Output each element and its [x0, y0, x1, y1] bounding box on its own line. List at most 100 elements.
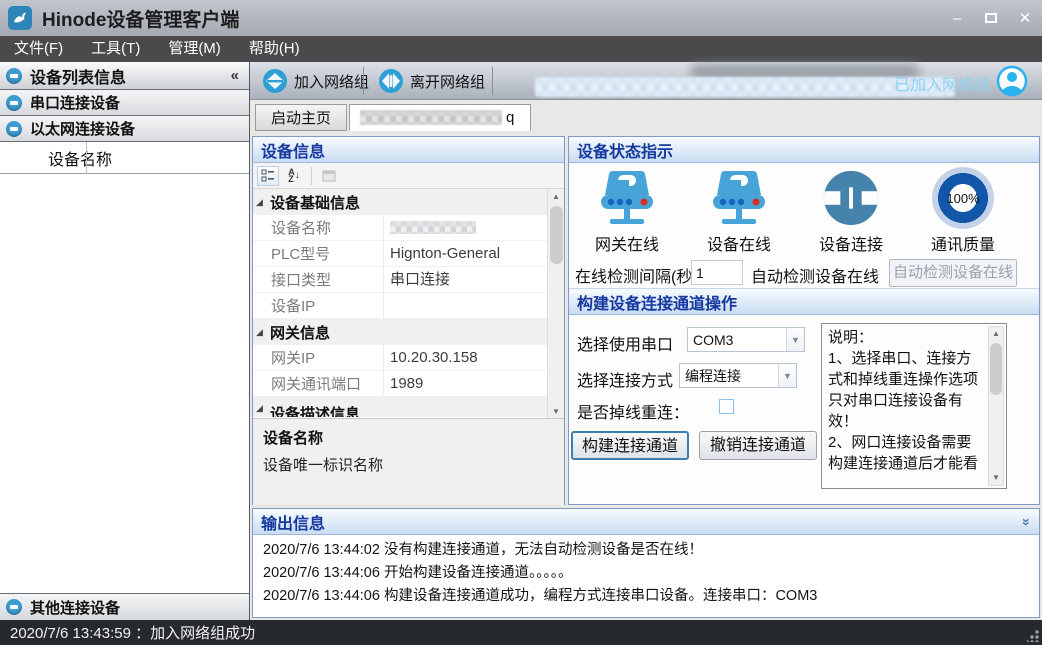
leave-network-icon	[378, 68, 404, 94]
comm-quality-value: 100%	[946, 191, 979, 206]
auto-detect-button[interactable]: 自动检测设备在线	[889, 259, 1017, 287]
chevron-down-icon[interactable]: ▼	[786, 328, 804, 351]
scrollbar-thumb[interactable]	[550, 206, 563, 264]
join-network-icon	[262, 68, 288, 94]
property-row[interactable]: 网关IP 10.20.30.158	[253, 345, 564, 371]
device-status-header: 设备状态指示	[569, 137, 1039, 163]
sidebar-item-serial-devices[interactable]: 串口连接设备	[0, 90, 249, 116]
status-message: 2020/7/6 13:43:59 ：加入网络组成功	[10, 622, 255, 643]
device-list-icon	[6, 68, 22, 84]
tab-device[interactable]: q	[349, 104, 531, 131]
property-description-area: 设备名称 设备唯一标识名称	[253, 419, 564, 505]
property-row[interactable]: 设备名称	[253, 215, 564, 241]
sidebar-header[interactable]: 设备列表信息 «	[0, 62, 249, 90]
scrollbar-thumb[interactable]	[990, 343, 1002, 395]
toolbar-separator	[492, 67, 493, 95]
comm-quality-donut: 100%	[932, 167, 994, 229]
network-toolbar: 加入网络组 离开网络组 已加入网络组	[250, 62, 1042, 100]
categorize-icon[interactable]	[257, 166, 279, 186]
indicator-comm-quality: 100% 通讯质量	[907, 167, 1019, 255]
toolbar-separator	[363, 67, 364, 95]
instructions-box: 说明： 1、选择串口、连接方式和掉线重连操作选项只对串口连接设备有效！ 2、网口…	[821, 323, 1007, 489]
serial-port-select[interactable]: COM3 ▼	[687, 327, 805, 352]
device-online-icon	[707, 167, 771, 229]
scroll-up-icon[interactable]: ▲	[992, 327, 1000, 341]
build-channel-button[interactable]: 构建连接通道	[571, 431, 689, 460]
output-log-area[interactable]: 2020/7/6 13:44:02 没有构建连接通道，无法自动检测设备是否在线！…	[253, 535, 1039, 612]
scroll-down-icon[interactable]: ▼	[992, 471, 1000, 485]
note-line: 2、网口连接设备需要构建连接通道后才能看	[828, 432, 986, 474]
user-avatar-icon[interactable]	[996, 65, 1028, 97]
sort-az-icon[interactable]: AZ↓	[283, 166, 305, 186]
reconnect-label: 是否掉线重连：	[577, 399, 689, 423]
resize-grip[interactable]	[1027, 630, 1039, 642]
connect-mode-label: 选择连接方式	[577, 367, 673, 391]
interval-input[interactable]	[691, 260, 743, 285]
log-line: 2020/7/6 13:44:06 构建设备连接通道成功，编程方式连接串口设备。…	[263, 585, 1029, 608]
serial-port-label: 选择使用串口	[577, 331, 673, 355]
scroll-down-icon[interactable]: ▼	[552, 404, 560, 419]
minimize-button[interactable]: –	[940, 4, 974, 32]
indicator-device-online: 设备在线	[683, 167, 795, 255]
menu-tools[interactable]: 工具(T)	[77, 36, 154, 62]
log-line: 2020/7/6 13:44:06 开始构建设备连接通道。。。。。	[263, 562, 1029, 585]
device-name-column-header[interactable]: 设备名称	[48, 146, 112, 170]
sidebar-item-ethernet-devices[interactable]: 以太网连接设备	[0, 116, 249, 142]
note-line: 1、选择串口、连接方式和掉线重连操作选项只对串口连接设备有效！	[828, 348, 986, 432]
close-button[interactable]: ✕	[1008, 4, 1042, 32]
device-connect-icon	[820, 167, 882, 229]
ethernet-device-icon	[6, 121, 22, 137]
category-basic-info[interactable]: ◢ 设备基础信息	[253, 189, 564, 215]
status-indicators: 网关在线 设备在线	[569, 163, 1039, 257]
window-title: Hinode设备管理客户端	[42, 5, 239, 32]
serial-device-icon	[6, 95, 22, 111]
device-list-area[interactable]	[0, 174, 249, 593]
scroll-up-icon[interactable]: ▲	[552, 189, 560, 204]
property-row[interactable]: PLC型号 Hignton-General	[253, 241, 564, 267]
censored-user-info	[535, 77, 955, 97]
tab-home[interactable]: 启动主页	[255, 104, 347, 131]
title-bar: Hinode设备管理客户端 – ✕	[0, 0, 1042, 36]
property-description-text: 设备唯一标识名称	[263, 454, 554, 475]
property-grid-scrollbar[interactable]: ▲ ▼	[547, 189, 564, 419]
maximize-icon	[985, 13, 997, 23]
expander-icon: ◢	[256, 197, 270, 208]
device-info-panel: 设备信息 AZ↓ ◢ 设备基础信息	[252, 136, 565, 505]
reconnect-checkbox[interactable]	[719, 399, 734, 414]
property-row[interactable]: 接口类型 串口连接	[253, 267, 564, 293]
censored-tab-title	[360, 110, 502, 125]
property-grid-toolbar: AZ↓	[253, 163, 564, 189]
sidebar-item-other-devices[interactable]: 其他连接设备	[0, 593, 249, 620]
online-detect-row: 在线检测间隔(秒 自动检测设备在线 自动检测设备在线	[569, 257, 1039, 289]
property-row[interactable]: 网关通讯端口 1989	[253, 371, 564, 397]
menu-manage[interactable]: 管理(M)	[154, 36, 235, 62]
menu-help[interactable]: 帮助(H)	[235, 36, 314, 62]
device-table-header: 设备名称	[0, 142, 249, 174]
connect-mode-select[interactable]: 编程连接 ▼	[679, 363, 797, 388]
collapse-left-icon[interactable]: «	[231, 67, 239, 84]
column-divider	[86, 142, 87, 174]
output-header: 输出信息 »	[253, 509, 1039, 535]
join-network-button[interactable]: 加入网络组	[254, 66, 377, 96]
indicator-device-connect: 设备连接	[795, 167, 907, 255]
maximize-button[interactable]	[974, 4, 1008, 32]
interval-label: 在线检测间隔(秒	[575, 263, 695, 287]
instructions-scrollbar[interactable]: ▲ ▼	[988, 326, 1004, 486]
output-panel: 输出信息 » 2020/7/6 13:44:02 没有构建连接通道，无法自动检测…	[252, 508, 1040, 618]
log-line: 2020/7/6 13:44:02 没有构建连接通道，无法自动检测设备是否在线！	[263, 539, 1029, 562]
collapse-output-icon[interactable]: »	[1019, 518, 1035, 526]
property-row[interactable]: 设备IP	[253, 293, 564, 319]
menu-file[interactable]: 文件(F)	[0, 36, 77, 62]
app-logo-icon	[8, 6, 32, 30]
property-description-title: 设备名称	[263, 427, 554, 448]
leave-network-button[interactable]: 离开网络组	[370, 66, 493, 96]
censored-device-name	[390, 221, 476, 234]
property-pages-icon	[318, 166, 340, 186]
revoke-channel-button[interactable]: 撤销连接通道	[699, 431, 817, 460]
device-info-header: 设备信息	[253, 137, 564, 163]
category-device-description[interactable]: ◢ 设备描述信息	[253, 397, 564, 417]
expander-icon: ◢	[256, 327, 270, 338]
category-gateway-info[interactable]: ◢ 网关信息	[253, 319, 564, 345]
chevron-down-icon[interactable]: ▼	[778, 364, 796, 387]
other-device-icon	[6, 599, 22, 615]
